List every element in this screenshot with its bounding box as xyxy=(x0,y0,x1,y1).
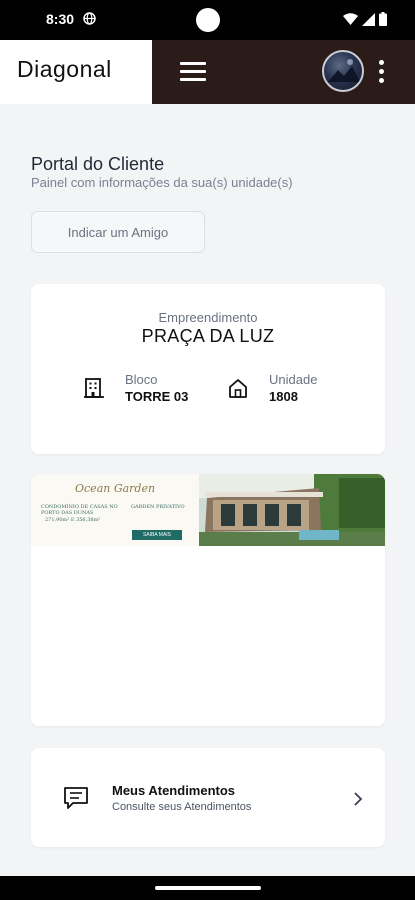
enterprise-name: PRAÇA DA LUZ xyxy=(141,326,275,346)
banner-photo xyxy=(199,474,385,546)
more-vert-icon[interactable] xyxy=(376,60,386,86)
banner-bullet-2: GARDEN PRIVATIVO xyxy=(131,504,185,510)
page-title: Portal do Cliente xyxy=(31,154,165,174)
wifi-icon xyxy=(343,12,358,25)
cellular-icon xyxy=(362,12,375,26)
banner-cta-button[interactable]: SAIBA MAIS xyxy=(132,530,182,540)
avatar[interactable] xyxy=(322,50,364,92)
unit-value: 1808 xyxy=(269,389,298,404)
camera-cutout xyxy=(196,8,220,32)
logo-block: Diagonal xyxy=(0,40,152,104)
building-icon xyxy=(84,378,104,398)
chevron-right-icon xyxy=(354,792,363,806)
my-requests-subtitle: Consulte seus Atendimentos xyxy=(112,801,252,813)
battery-icon xyxy=(379,12,387,26)
avatar-image xyxy=(328,59,360,82)
app-logo: Diagonal xyxy=(17,56,112,82)
status-bar: 8:30 xyxy=(0,0,415,40)
status-icons xyxy=(343,11,387,27)
banner-bullet-1-detail: 271,90m² E 356,38m² xyxy=(45,517,101,523)
block-label: Bloco xyxy=(125,372,158,387)
status-time: 8:30 xyxy=(46,11,75,27)
my-requests-card[interactable]: Meus Atendimentos Consulte seus Atendime… xyxy=(31,748,385,847)
banner-logo: Ocean Garden xyxy=(75,482,156,495)
unit-label: Unidade xyxy=(269,372,318,387)
enterprise-card: Empreendimento PRAÇA DA LUZ Bloco TORRE … xyxy=(31,284,385,454)
block-value: TORRE 03 xyxy=(125,389,189,404)
page-subtitle: Painel com informações da sua(s) unidade… xyxy=(31,175,293,190)
app-header: Diagonal xyxy=(0,40,415,104)
refer-friend-button[interactable]: Indicar um Amigo xyxy=(31,211,205,253)
home-indicator[interactable] xyxy=(155,886,261,890)
system-nav-bar xyxy=(0,876,415,900)
promo-banner-text: Ocean Garden CONDOMÍNIO DE CASAS NO PORT… xyxy=(31,474,199,546)
banner-bullet-1: CONDOMÍNIO DE CASAS NO PORTO DAS DUNAS xyxy=(41,504,118,516)
main-content: Portal do Cliente Painel com informações… xyxy=(0,104,415,876)
hamburger-menu-icon[interactable] xyxy=(178,58,210,86)
enterprise-label: Empreendimento xyxy=(158,310,258,325)
chat-message-icon xyxy=(64,787,88,809)
home-icon xyxy=(229,379,247,398)
globe-icon xyxy=(83,12,96,25)
promo-banner-card[interactable]: Ocean Garden CONDOMÍNIO DE CASAS NO PORT… xyxy=(31,474,385,726)
my-requests-title: Meus Atendimentos xyxy=(112,783,236,798)
